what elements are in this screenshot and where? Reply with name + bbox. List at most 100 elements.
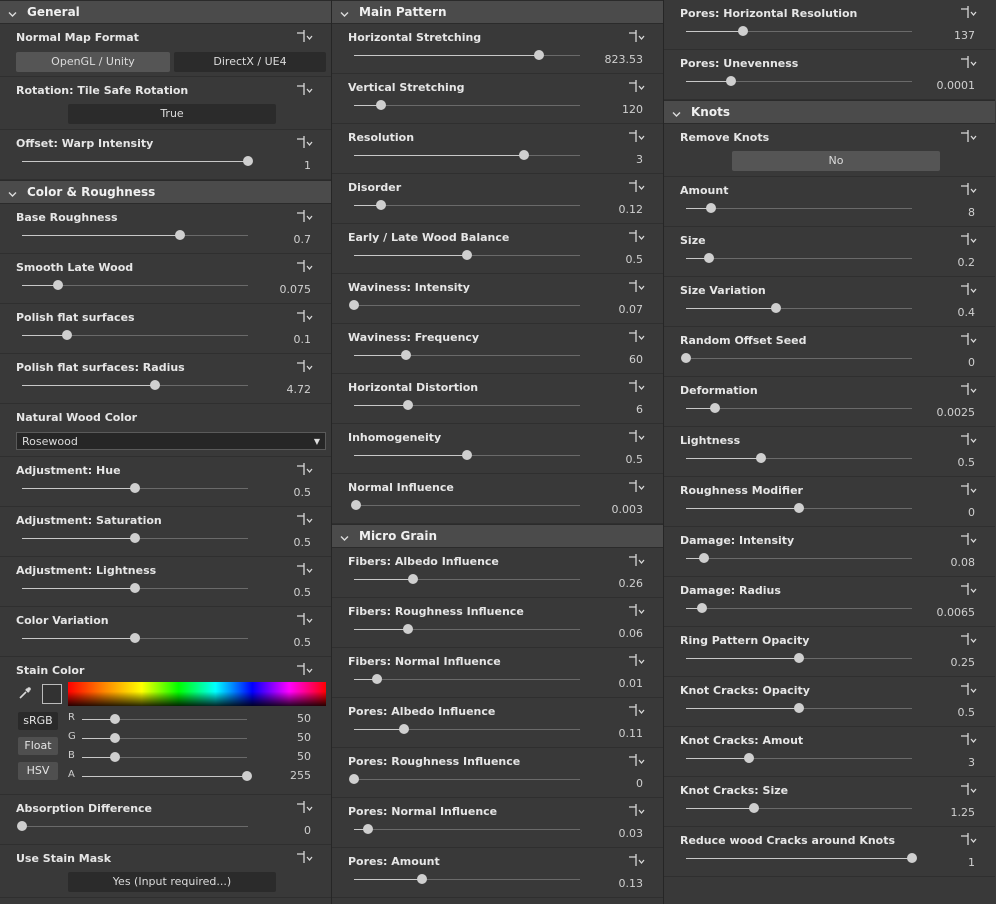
slider-track[interactable] — [354, 100, 580, 110]
slider-handle[interactable] — [794, 703, 804, 713]
color-mode-srgb[interactable]: sRGB — [18, 712, 58, 730]
slider-handle[interactable] — [462, 250, 472, 260]
slider-track[interactable] — [686, 203, 912, 213]
slider-track[interactable] — [354, 824, 580, 834]
slider-track[interactable] — [686, 753, 912, 763]
color-mode-float[interactable]: Float — [18, 737, 58, 755]
reset-default-icon[interactable] — [959, 782, 977, 796]
slider-track[interactable] — [22, 633, 248, 643]
slider-handle[interactable] — [794, 653, 804, 663]
reset-default-icon[interactable] — [959, 682, 977, 696]
reset-default-icon[interactable] — [627, 279, 645, 293]
slider-track[interactable] — [354, 350, 580, 360]
reset-default-icon[interactable] — [627, 329, 645, 343]
slider-track[interactable] — [22, 583, 248, 593]
reset-default-icon[interactable] — [295, 359, 313, 373]
slider-track[interactable] — [351, 500, 580, 510]
slider-handle[interactable] — [748, 803, 759, 813]
wood-color-dropdown[interactable]: Rosewood ▼ — [16, 432, 326, 450]
slider-handle[interactable] — [794, 503, 804, 513]
slider-handle[interactable] — [371, 674, 382, 684]
reset-default-icon[interactable] — [959, 832, 977, 846]
slider-track[interactable] — [686, 503, 912, 513]
reset-default-icon[interactable] — [627, 753, 645, 767]
slider-track[interactable] — [22, 230, 248, 240]
chevron-down-icon[interactable] — [8, 8, 17, 17]
slider-handle[interactable] — [130, 483, 140, 493]
slider-track[interactable] — [686, 403, 912, 413]
reset-default-icon[interactable] — [295, 29, 313, 43]
slider-track[interactable] — [686, 853, 917, 863]
reset-default-icon[interactable] — [627, 29, 645, 43]
section-header-main-pattern[interactable]: Main Pattern — [332, 0, 663, 24]
slider-handle[interactable] — [130, 533, 140, 543]
slider-track[interactable] — [686, 553, 912, 563]
slider-handle[interactable] — [744, 753, 755, 763]
slider-handle[interactable] — [349, 300, 359, 310]
channel-slider-track[interactable] — [82, 752, 247, 762]
color-swatch[interactable] — [42, 684, 62, 704]
slider-track[interactable] — [349, 774, 580, 784]
slider-handle[interactable] — [699, 553, 710, 563]
slider-handle[interactable] — [907, 853, 917, 863]
reset-default-icon[interactable] — [959, 632, 977, 646]
slider-track[interactable] — [686, 453, 912, 463]
slider-track[interactable] — [22, 380, 248, 390]
reset-default-icon[interactable] — [959, 732, 977, 746]
slider-track[interactable] — [686, 603, 912, 613]
slider-track[interactable] — [686, 76, 912, 86]
channel-slider-track[interactable] — [82, 733, 247, 743]
reset-default-icon[interactable] — [295, 135, 313, 149]
reset-default-icon[interactable] — [959, 129, 977, 143]
reset-default-icon[interactable] — [295, 562, 313, 576]
reset-default-icon[interactable] — [959, 532, 977, 546]
channel-slider-handle[interactable] — [242, 771, 252, 781]
slider-track[interactable] — [22, 533, 248, 543]
slider-track[interactable] — [686, 653, 912, 663]
color-spectrum[interactable] — [68, 682, 326, 706]
slider-handle[interactable] — [703, 253, 714, 263]
channel-slider-handle[interactable] — [110, 714, 120, 724]
chevron-down-icon[interactable] — [340, 8, 349, 17]
reset-default-icon[interactable] — [627, 803, 645, 817]
slider-handle[interactable] — [398, 724, 409, 734]
slider-handle[interactable] — [400, 350, 411, 360]
reset-default-icon[interactable] — [959, 382, 977, 396]
section-header-knots[interactable]: Knots — [664, 100, 995, 124]
slider-handle[interactable] — [518, 150, 529, 160]
slider-track[interactable] — [686, 803, 912, 813]
reset-default-icon[interactable] — [295, 462, 313, 476]
toggle-button[interactable]: True — [68, 104, 276, 124]
reset-default-icon[interactable] — [295, 259, 313, 273]
slider-handle[interactable] — [737, 26, 748, 36]
slider-track[interactable] — [354, 250, 580, 260]
slider-handle[interactable] — [53, 280, 64, 290]
channel-slider-handle[interactable] — [110, 733, 120, 743]
reset-default-icon[interactable] — [295, 512, 313, 526]
reset-default-icon[interactable] — [959, 432, 977, 446]
reset-default-icon[interactable] — [627, 479, 645, 493]
slider-track[interactable] — [22, 280, 248, 290]
slider-handle[interactable] — [696, 603, 707, 613]
slider-handle[interactable] — [534, 50, 545, 60]
slider-handle[interactable] — [17, 821, 27, 831]
color-mode-hsv[interactable]: HSV — [18, 762, 58, 780]
slider-track[interactable] — [22, 156, 253, 166]
slider-handle[interactable] — [403, 624, 414, 634]
slider-track[interactable] — [354, 574, 580, 584]
slider-track[interactable] — [354, 624, 580, 634]
slider-handle[interactable] — [462, 450, 472, 460]
reset-default-icon[interactable] — [627, 653, 645, 667]
slider-handle[interactable] — [755, 453, 766, 463]
slider-handle[interactable] — [362, 824, 373, 834]
channel-slider-track[interactable] — [82, 771, 252, 781]
reset-default-icon[interactable] — [627, 229, 645, 243]
reset-default-icon[interactable] — [627, 603, 645, 617]
reset-default-icon[interactable] — [627, 79, 645, 93]
slider-track[interactable] — [354, 674, 580, 684]
reset-default-icon[interactable] — [295, 662, 313, 676]
reset-default-icon[interactable] — [959, 232, 977, 246]
slider-handle[interactable] — [407, 574, 418, 584]
reset-default-icon[interactable] — [295, 850, 313, 864]
channel-slider-handle[interactable] — [110, 752, 120, 762]
